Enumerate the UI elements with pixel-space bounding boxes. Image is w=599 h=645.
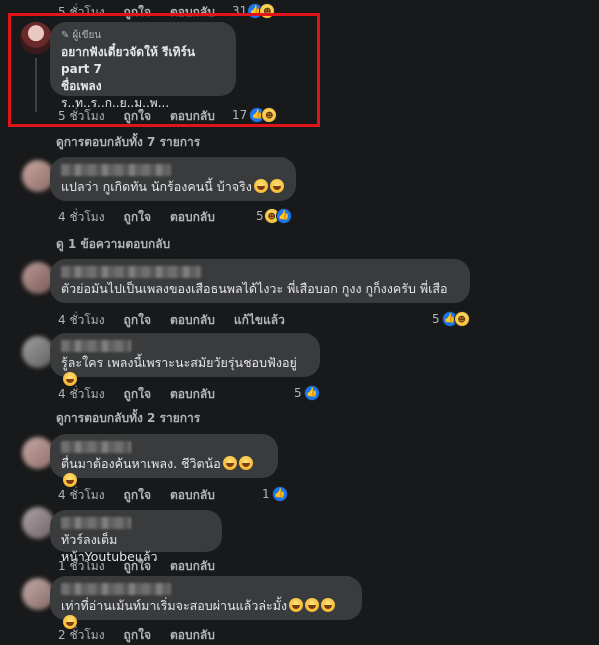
comment-time[interactable]: 2 ชั่วโมง — [58, 626, 105, 645]
rofl-emoji-icon — [305, 598, 320, 612]
highlight-box — [8, 13, 320, 127]
author-name[interactable] — [61, 340, 131, 352]
comment-text: รู้ละใคร เพลงนี้เพราะนะสมัยวัยรุ่นชอบฟัง… — [61, 354, 309, 388]
comment-actions: 2 ชั่วโมง ถูกใจ ตอบกลับ — [58, 626, 234, 645]
comment-time[interactable]: 4 ชั่วโมง — [58, 311, 105, 330]
haha-emoji-icon — [269, 179, 284, 193]
like-button[interactable]: ถูกใจ — [124, 311, 151, 330]
comment-actions: 4 ชั่วโมง ถูกใจ ตอบกลับ — [58, 385, 234, 404]
edited-label: แก้ไขแล้ว — [233, 313, 285, 327]
comment-time[interactable]: 4 ชั่วโมง — [58, 486, 105, 505]
comment-time[interactable]: 4 ชั่วโมง — [58, 208, 105, 227]
rofl-emoji-icon — [238, 456, 253, 470]
author-name[interactable] — [61, 583, 171, 595]
rofl-emoji-icon — [63, 473, 77, 487]
author-name[interactable] — [61, 164, 171, 176]
reply-button[interactable]: ตอบกลับ — [170, 311, 215, 330]
comment-bubble: ตัวย่อมันไปเป็นเพลงของเสือธนพลได้ไงวะ พี… — [50, 259, 470, 303]
like-button[interactable]: ถูกใจ — [124, 208, 151, 227]
comment-time[interactable]: 4 ชั่วโมง — [58, 385, 105, 404]
thumbs-up-icon: 👍 — [275, 208, 292, 224]
reply-button[interactable]: ตอบกลับ — [170, 486, 215, 505]
comment-text: แปลว่า กูเกิดทัน นักร้องคนนี้ บ้าจริง — [61, 178, 285, 195]
view-replies-link[interactable]: ดูการตอบกลับทั้ง 2 รายการ — [56, 409, 200, 428]
reaction-summary[interactable]: 1 👍 — [262, 486, 288, 502]
like-button[interactable]: ถูกใจ — [124, 385, 151, 404]
comment-bubble: เท่าที่อ่านเม้นท์มาเริ่มจะสอบผ่านแล้วล่ะ… — [50, 576, 362, 629]
like-button[interactable]: ถูกใจ — [124, 626, 151, 645]
reply-button[interactable]: ตอบกลับ — [170, 626, 215, 645]
reaction-summary[interactable]: 5 👍 — [294, 385, 320, 401]
comment-actions: 4 ชั่วโมง ถูกใจ ตอบกลับ — [58, 486, 234, 505]
reply-button[interactable]: ตอบกลับ — [170, 557, 215, 576]
comment-bubble: รู้ละใคร เพลงนี้เพราะนะสมัยวัยรุ่นชอบฟัง… — [50, 333, 320, 386]
comment-time[interactable]: 1 ชั่วโมง — [58, 557, 105, 576]
haha-emoji-icon — [253, 179, 268, 193]
grin-sweat-emoji-icon — [63, 372, 77, 386]
comment-text: ตัวย่อมันไปเป็นเพลงของเสือธนพลได้ไงวะ พี… — [61, 281, 448, 296]
view-reply-link[interactable]: ดู 1 ข้อความตอบกลับ — [56, 235, 170, 254]
thumbs-up-icon: 👍 — [271, 486, 288, 502]
author-name[interactable] — [61, 517, 131, 529]
reaction-summary[interactable]: 5 ☻ 👍 — [256, 208, 292, 224]
rofl-emoji-icon — [222, 456, 237, 470]
author-name[interactable] — [61, 266, 201, 278]
like-button[interactable]: ถูกใจ — [124, 486, 151, 505]
comment-bubble: ตื่นมาต้องค้นหาเพลง. ชีวิตน้อ — [50, 434, 278, 487]
comment-text: ตื่นมาต้องค้นหาเพลง. ชีวิตน้อ — [61, 455, 267, 489]
author-name[interactable] — [61, 441, 131, 453]
rofl-emoji-icon — [289, 598, 304, 612]
reply-button[interactable]: ตอบกลับ — [170, 208, 215, 227]
haha-emoji-icon: ☻ — [453, 311, 470, 327]
comment-actions: 1 ชั่วโมง ถูกใจ ตอบกลับ — [58, 557, 234, 576]
like-button[interactable]: ถูกใจ — [124, 557, 151, 576]
comment-bubble: แปลว่า กูเกิดทัน นักร้องคนนี้ บ้าจริง — [50, 157, 296, 201]
reaction-summary[interactable]: 5 👍 ☻ — [432, 311, 470, 327]
thumbs-up-icon: 👍 — [303, 385, 320, 401]
rofl-emoji-icon — [321, 598, 336, 612]
comment-actions: 4 ชั่วโมง ถูกใจ ตอบกลับ แก้ไขแล้ว — [58, 311, 304, 330]
view-replies-link[interactable]: ดูการตอบกลับทั้ง 7 รายการ — [56, 133, 200, 152]
comment-bubble: ทัวร์ลงเต็มหน้าYoutubeแล้ว — [50, 510, 222, 564]
reply-button[interactable]: ตอบกลับ — [170, 385, 215, 404]
comment-actions: 4 ชั่วโมง ถูกใจ ตอบกลับ — [58, 208, 234, 227]
